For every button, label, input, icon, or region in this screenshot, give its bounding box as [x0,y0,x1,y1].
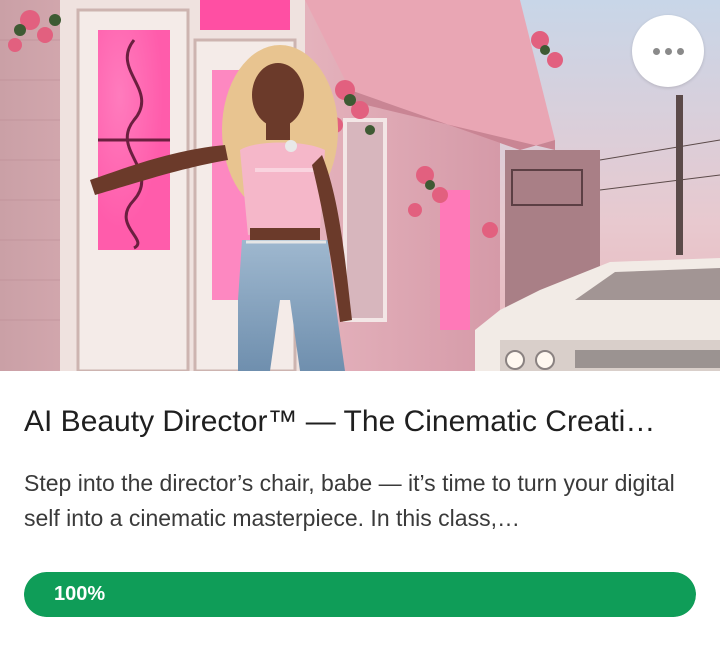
more-horizontal-icon [664,47,672,55]
course-card[interactable]: AI Beauty Director™ — The Cinematic Crea… [0,0,720,659]
more-horizontal-icon [676,47,684,55]
progress-bar: 100% [24,572,696,617]
progress-label: 100% [54,583,106,605]
course-title[interactable]: AI Beauty Director™ — The Cinematic Crea… [24,402,700,442]
more-options-button[interactable] [632,15,704,87]
course-cover-image[interactable] [0,0,720,371]
course-description: Step into the director’s chair, babe — i… [24,470,675,531]
progress-bar-fill: 100% [24,572,696,617]
more-horizontal-icon [652,47,660,55]
